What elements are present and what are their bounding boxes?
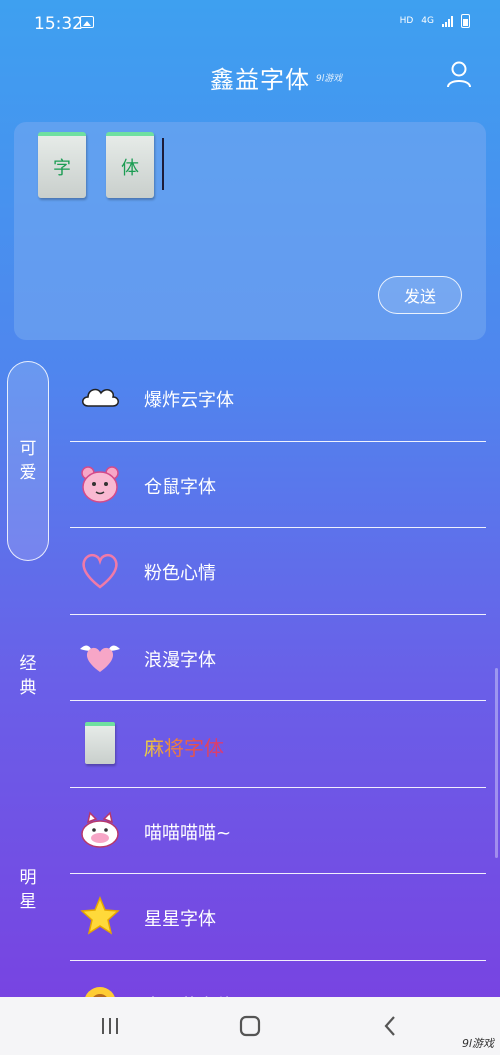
tab-label: 可爱 [19,439,37,483]
font-name: 星星字体 [144,909,216,930]
home-icon[interactable] [235,1011,265,1041]
hamster-icon [78,462,122,506]
star-icon [78,894,122,938]
watermark: 9l游戏 [461,1037,494,1050]
compose-panel[interactable]: 字 体 发送 [14,122,486,340]
list-item[interactable]: 仓鼠字体 [70,442,486,528]
list-item[interactable]: 星星字体 [70,874,486,961]
cloud-icon [78,375,122,419]
back-icon[interactable] [375,1011,405,1041]
tab-classic[interactable]: 经典 [0,652,56,700]
tab-cute[interactable]: 可爱 [7,361,49,561]
network-indicator: 4G [421,16,434,26]
scrollbar[interactable] [495,668,498,858]
tab-label: 明星 [19,868,37,912]
winged-heart-icon [78,635,122,679]
preview-tile: 体 [106,132,154,198]
tab-label: 经典 [19,654,37,698]
gallery-notification-icon [80,16,94,28]
list-item[interactable]: 麻将字体 [70,701,486,788]
preview-tile: 字 [38,132,86,198]
status-indicators: HD 4G [400,14,470,28]
signal-icon [442,15,453,27]
hd-indicator: HD [399,16,414,26]
brand-badge: 9l游戏 [316,74,343,84]
text-caret [162,138,164,190]
list-item[interactable]: 浪漫字体 [70,615,486,701]
font-name: 粉色心情 [144,563,216,584]
font-name: 麻将字体 [144,732,224,761]
cat-icon [78,808,122,852]
font-list: 爆炸云字体 仓鼠字体 粉色心情 浪漫字体 麻将字体 喵喵喵喵~ 星星字体 [70,355,486,1047]
heart-icon [78,548,122,592]
app-title: 鑫益字体 [210,66,310,94]
battery-icon [461,14,470,28]
tab-celebrity[interactable]: 明星 [0,866,56,914]
recent-apps-icon[interactable] [95,1011,125,1041]
system-nav-bar: 9l游戏 [0,997,500,1055]
font-name: 仓鼠字体 [144,476,216,498]
app-header: 鑫益字体 9l游戏 [0,48,500,106]
list-item[interactable]: 爆炸云字体 [70,355,486,442]
font-name: 爆炸云字体 [144,390,234,411]
send-button[interactable]: 发送 [378,276,462,314]
user-profile-icon[interactable] [446,60,472,88]
font-name: 浪漫字体 [144,649,216,671]
list-item[interactable]: 粉色心情 [70,528,486,615]
status-bar: 15:32 HD 4G [0,0,500,48]
list-item[interactable]: 喵喵喵喵~ [70,788,486,874]
mahjong-tile-icon [78,721,122,765]
font-name: 喵喵喵喵~ [144,822,232,844]
status-time: 15:32 [34,14,83,34]
